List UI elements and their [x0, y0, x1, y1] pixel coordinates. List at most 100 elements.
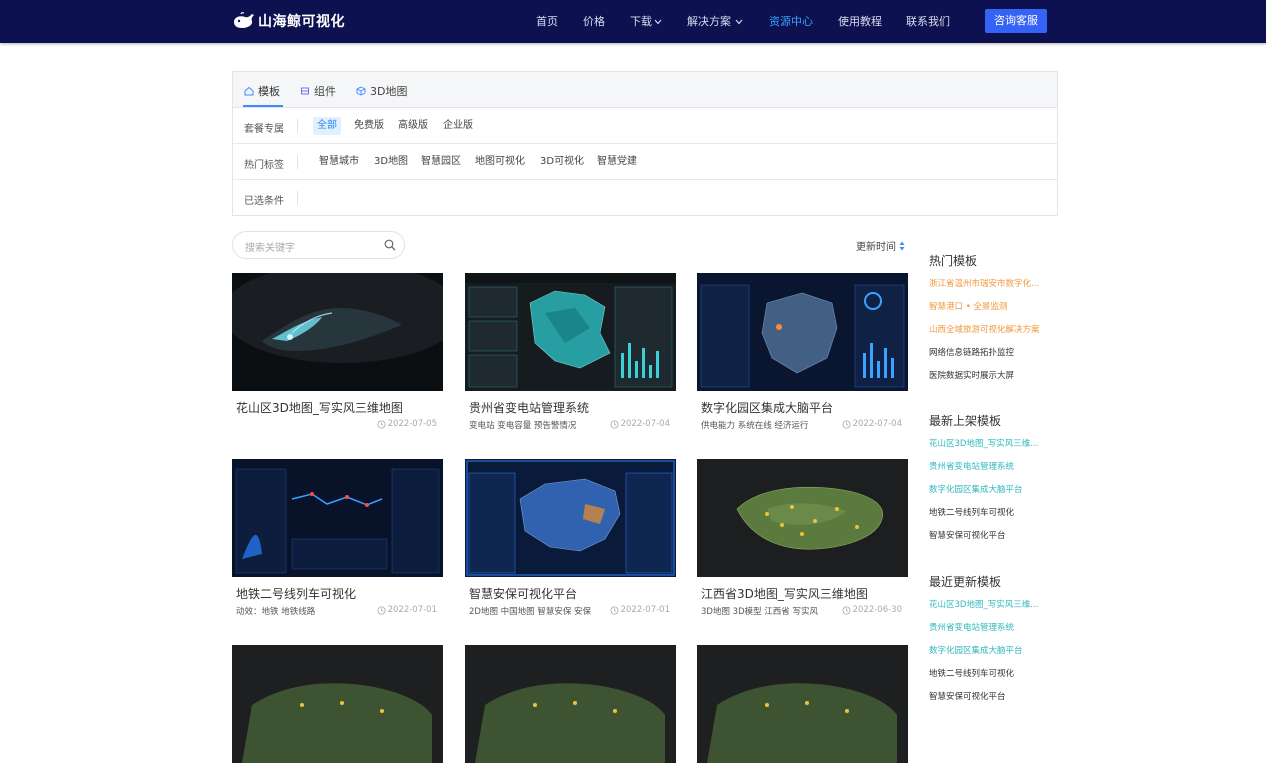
template-meta: 动效：地铁 地铁线路 2022-07-01: [232, 604, 443, 618]
sidebar-link[interactable]: 浙江省温州市瑞安市数字化...: [929, 277, 1045, 289]
sidebar-link[interactable]: 花山区3D地图_写实风三维...: [929, 598, 1045, 610]
template-thumbnail[interactable]: [232, 459, 443, 577]
clock-icon: [377, 605, 386, 615]
filter-chip-all[interactable]: 全部: [313, 117, 341, 135]
nav-solutions-label: 解决方案: [687, 15, 731, 28]
filter-row-selected: 已选条件: [233, 180, 1057, 216]
template-thumbnail[interactable]: [465, 273, 676, 391]
component-icon: [301, 87, 309, 95]
template-card[interactable]: [697, 645, 908, 763]
nav-home[interactable]: 首页: [536, 13, 558, 29]
template-thumbnail[interactable]: [697, 645, 908, 763]
filter-chip-free[interactable]: 免费版: [350, 117, 388, 135]
filter-row-label: 已选条件: [244, 196, 284, 207]
sidebar-link[interactable]: 贵州省变电站管理系统: [929, 460, 1045, 472]
brand-logo[interactable]: 山海鲸可视化: [232, 9, 345, 33]
template-card[interactable]: 贵州省变电站管理系统变电站 变电容量 预告警情况 2022-07-04: [465, 273, 676, 432]
nav-download[interactable]: 下载: [630, 13, 662, 29]
template-date-text: 2022-07-04: [852, 419, 902, 429]
template-card[interactable]: [465, 645, 676, 763]
clock-icon: [842, 605, 851, 615]
template-card[interactable]: 智慧安保可视化平台 2D地图 中国地图 智慧安保 安保 2022-07-01: [465, 459, 676, 618]
brand-name: 山海鲸可视化: [258, 14, 345, 30]
sidebar-heading: 热门模板: [929, 254, 978, 268]
template-card[interactable]: 数字化园区集成大脑平台 供电能力 系统在线 经济运行 2022-07-04: [697, 273, 908, 432]
template-thumbnail[interactable]: [232, 645, 443, 763]
filter-chip-advanced[interactable]: 高级版: [394, 117, 432, 135]
sidebar-link[interactable]: 山西全域旅游可视化解决方案: [929, 323, 1045, 335]
nav-contact[interactable]: 联系我们: [906, 13, 950, 29]
tag-3d-map[interactable]: 3D地图: [370, 153, 412, 171]
top-navbar: 山海鲸可视化 首页 价格 下载 解决方案 资源中心 使用教程 联系我们 咨询客服: [0, 0, 1266, 43]
cube-icon: [356, 86, 366, 96]
template-meta: 供电能力 系统在线 经济运行 2022-07-04: [697, 418, 908, 432]
tag-3d-visual[interactable]: 3D可视化: [536, 153, 588, 171]
filter-row-plan: 套餐专属 全部 免费版 高级版 企业版: [233, 108, 1057, 144]
search-input[interactable]: 搜索关键字: [245, 239, 295, 254]
sidebar-link[interactable]: 地铁二号线列车可视化: [929, 667, 1045, 679]
template-meta: 变电站 变电容量 预告警情况 2022-07-04: [465, 418, 676, 432]
whale-logo-icon: [234, 12, 254, 28]
divider: [297, 191, 298, 205]
template-title[interactable]: 地铁二号线列车可视化: [232, 585, 443, 602]
template-date: 2022-06-30: [842, 605, 902, 615]
template-date-text: 2022-07-05: [387, 419, 437, 429]
sidebar-link[interactable]: 网络信息链路拓扑监控: [929, 346, 1045, 358]
template-thumbnail[interactable]: [465, 645, 676, 763]
tab-templates[interactable]: 模板: [244, 83, 280, 99]
nav-solutions[interactable]: 解决方案: [687, 13, 743, 29]
template-title[interactable]: 贵州省变电站管理系统: [465, 399, 676, 416]
search-box[interactable]: 搜索关键字: [232, 231, 405, 259]
consult-button[interactable]: 咨询客服: [985, 9, 1047, 33]
filter-chip-enterprise[interactable]: 企业版: [439, 117, 477, 135]
sidebar-link[interactable]: 数字化园区集成大脑平台: [929, 644, 1045, 656]
nav-resources[interactable]: 资源中心: [769, 13, 813, 29]
tab-3dmap[interactable]: 3D地图: [356, 83, 407, 99]
template-title[interactable]: 花山区3D地图_写实风三维地图: [232, 399, 443, 416]
template-thumbnail[interactable]: [697, 273, 908, 391]
sidebar-link[interactable]: 医院数据实时展示大屏: [929, 369, 1045, 381]
nav-download-label: 下载: [630, 15, 652, 28]
sidebar-link[interactable]: 智慧安保可视化平台: [929, 529, 1045, 541]
template-tags: 动效：地铁 地铁线路: [236, 607, 316, 617]
sort-by-update-time[interactable]: 更新时间: [856, 238, 905, 253]
tag-smart-park[interactable]: 智慧园区: [417, 153, 465, 171]
template-tags: 变电站 变电容量 预告警情况: [469, 421, 577, 431]
template-card[interactable]: [232, 645, 443, 763]
nav-tutorials[interactable]: 使用教程: [838, 13, 882, 29]
template-title[interactable]: 数字化园区集成大脑平台: [697, 399, 908, 416]
template-tags: 2D地图 中国地图 智慧安保 安保: [469, 607, 592, 617]
sidebar-link[interactable]: 数字化园区集成大脑平台: [929, 483, 1045, 495]
sidebar-link[interactable]: 地铁二号线列车可视化: [929, 506, 1045, 518]
template-thumbnail[interactable]: [697, 459, 908, 577]
template-date-text: 2022-07-01: [387, 605, 437, 615]
sidebar-link[interactable]: 花山区3D地图_写实风三维...: [929, 437, 1045, 449]
sidebar-heading: 最近更新模板: [929, 575, 1002, 589]
template-card[interactable]: 地铁二号线列车可视化动效：地铁 地铁线路 2022-07-01: [232, 459, 443, 618]
tab-templates-label: 模板: [258, 85, 280, 98]
sidebar-link[interactable]: 贵州省变电站管理系统: [929, 621, 1045, 633]
tab-components-label: 组件: [314, 85, 336, 98]
template-title[interactable]: 智慧安保可视化平台: [465, 585, 676, 602]
template-thumbnail[interactable]: [232, 273, 443, 391]
sort-label: 更新时间: [856, 242, 896, 253]
tab-components[interactable]: 组件: [300, 83, 336, 99]
tag-smart-city[interactable]: 智慧城市: [315, 153, 363, 171]
template-title[interactable]: 江西省3D地图_写实风三维地图: [697, 585, 908, 602]
nav-pricing[interactable]: 价格: [583, 13, 605, 29]
tag-map-visual[interactable]: 地图可视化: [471, 153, 529, 171]
template-thumbnail[interactable]: [465, 459, 676, 577]
template-card[interactable]: 花山区3D地图_写实风三维地图 2022-07-05: [232, 273, 443, 432]
sidebar-link[interactable]: 智慧港口 • 全景监测: [929, 300, 1045, 312]
template-card[interactable]: 江西省3D地图_写实风三维地图 3D地图 3D模型 江西省 写实风 2022-06-…: [697, 459, 908, 618]
search-icon[interactable]: [384, 239, 396, 251]
tag-smart-party[interactable]: 智慧党建: [593, 153, 641, 171]
clock-icon: [610, 605, 619, 615]
template-date-text: 2022-07-04: [620, 419, 670, 429]
template-date: 2022-07-05: [377, 419, 437, 429]
sidebar-heading: 最新上架模板: [929, 414, 1002, 428]
template-date: 2022-07-04: [610, 419, 670, 429]
filter-row-label: 套餐专属: [244, 124, 284, 135]
template-date: 2022-07-04: [842, 419, 902, 429]
divider: [297, 155, 298, 169]
